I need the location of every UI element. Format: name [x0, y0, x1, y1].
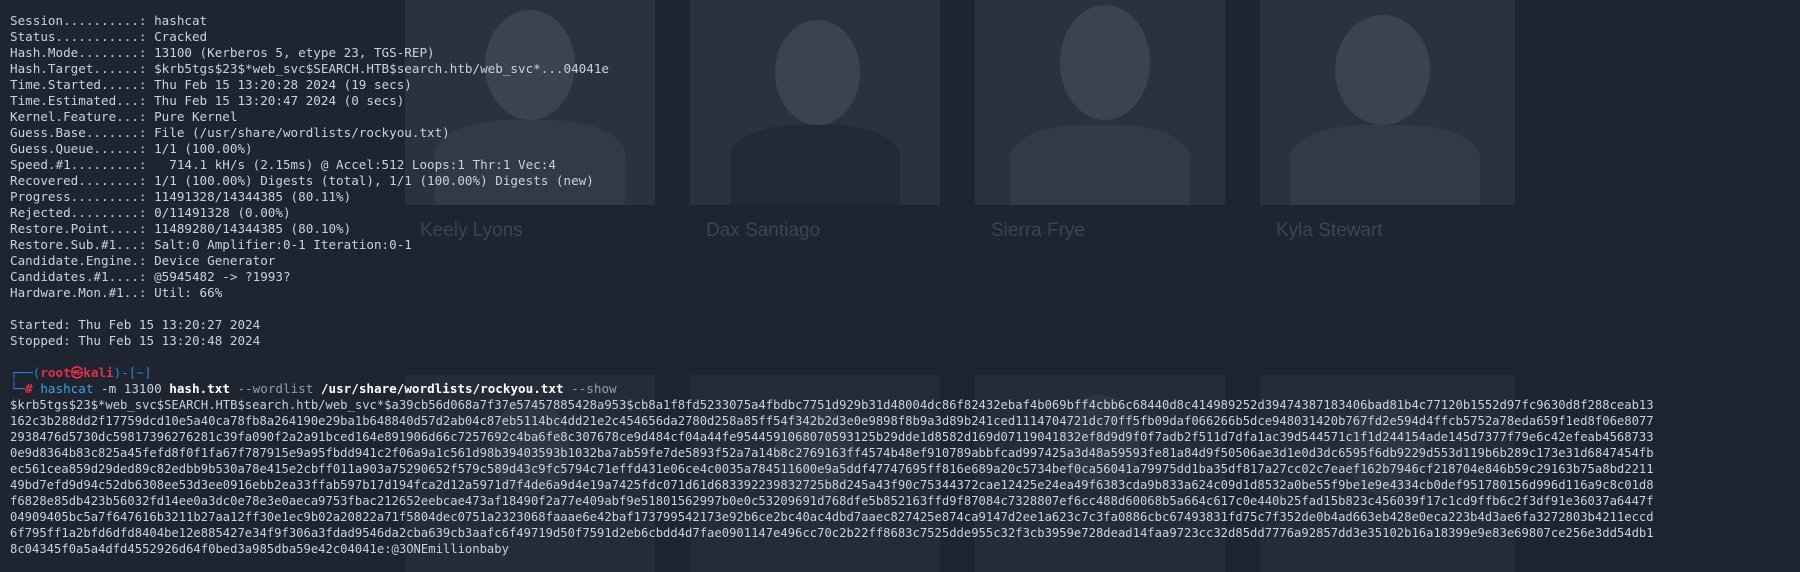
output-line: 6f795ff1a2bfd6dfd8404be12e885427e34f9f30…	[10, 526, 1654, 540]
command-hashfile: hash.txt	[169, 381, 230, 396]
status-label: Status...........:	[10, 29, 147, 44]
status-line-session: Session..........: hashcat	[10, 13, 1800, 29]
started-time: Started: Thu Feb 15 13:20:27 2024	[10, 317, 261, 332]
cracked-hash-output: $krb5tgs$23$*web_svc$SEARCH.HTB$search.h…	[10, 397, 1800, 557]
status-value: Util: 66%	[146, 285, 223, 300]
output-line-cracked-password: 8c04345f0a5a4dfd4552926d64f0bed3a985dba5…	[10, 542, 509, 556]
status-value: Thu Feb 15 13:20:47 2024 (0 secs)	[146, 93, 405, 108]
status-value: Device Generator	[146, 253, 276, 268]
status-label: Session..........:	[10, 13, 147, 28]
status-line-speed: Speed.#1.........: 714.1 kH/s (2.15ms) @…	[10, 157, 1800, 173]
status-label: Time.Estimated...:	[10, 93, 147, 108]
status-value: 13100 (Kerberos 5, etype 23, TGS-REP)	[146, 45, 435, 60]
output-line: ec561cea859d29ded89c82edbb9b530a78e415e2…	[10, 462, 1654, 476]
command-program: hashcat	[40, 381, 94, 396]
output-line: 0e9d8364b83c825a45fefd8f0f1fa67f787915e9…	[10, 446, 1654, 460]
status-label: Hash.Mode........:	[10, 45, 147, 60]
status-line-hash-mode: Hash.Mode........: 13100 (Kerberos 5, et…	[10, 45, 1800, 61]
hashcat-status-block: Session..........: hashcat Status.......…	[10, 13, 1800, 301]
prompt-bracket-open: ┌──(	[10, 365, 41, 380]
status-label: Time.Started.....:	[10, 77, 147, 92]
status-value: $krb5tgs$23$*web_svc$SEARCH.HTB$search.h…	[146, 61, 609, 76]
prompt-user-host: root㉿kali	[40, 365, 114, 380]
output-line: 04909405bc5a7f647616b3211b27aa12ff30e1ec…	[10, 510, 1654, 524]
command-line[interactable]: └─# hashcat -m 13100 hash.txt --wordlist…	[10, 381, 1800, 397]
status-value: File (/usr/share/wordlists/rockyou.txt)	[146, 125, 450, 140]
status-label: Hash.Target......:	[10, 61, 147, 76]
status-value: 1/1 (100.00%) Digests (total), 1/1 (100.…	[146, 173, 594, 188]
output-line: 49bd7efd9d94c52db6308ee53d3ee0916ebb2ea3…	[10, 478, 1654, 492]
status-value: 0/11491328 (0.00%)	[146, 205, 291, 220]
command-wordlist-path: /usr/share/wordlists/rockyou.txt	[320, 381, 564, 396]
status-label: Hardware.Mon.#1..:	[10, 285, 147, 300]
status-line-candidate-engine: Candidate.Engine.: Device Generator	[10, 253, 1800, 269]
status-label: Guess.Base.......:	[10, 125, 147, 140]
status-label: Restore.Point....:	[10, 221, 147, 236]
status-label: Recovered........:	[10, 173, 147, 188]
status-value: 714.1 kH/s (2.15ms) @ Accel:512 Loops:1 …	[146, 157, 556, 172]
status-line-progress: Progress.........: 11491328/14344385 (80…	[10, 189, 1800, 205]
status-line-restore-sub: Restore.Sub.#1...: Salt:0 Amplifier:0-1 …	[10, 237, 1800, 253]
status-line-time-started: Time.Started.....: Thu Feb 15 13:20:28 2…	[10, 77, 1800, 93]
status-label: Speed.#1.........:	[10, 157, 147, 172]
status-value: hashcat	[146, 13, 208, 28]
stopped-time: Stopped: Thu Feb 15 13:20:48 2024	[10, 333, 261, 348]
status-line-status: Status...........: Cracked	[10, 29, 1800, 45]
status-line-kernel-feature: Kernel.Feature...: Pure Kernel	[10, 109, 1800, 125]
status-label: Rejected.........:	[10, 205, 147, 220]
status-label: Guess.Queue......:	[10, 141, 147, 156]
status-value: 11489280/14344385 (80.10%)	[146, 221, 352, 236]
command-wordlist-flag: --wordlist	[229, 381, 321, 396]
status-line-guess-queue: Guess.Queue......: 1/1 (100.00%)	[10, 141, 1800, 157]
output-line: f6828e85db423b56032fd14ee0a3dc0e78e3e0ae…	[10, 494, 1654, 508]
status-label: Kernel.Feature...:	[10, 109, 147, 124]
status-line-time-estimated: Time.Estimated...: Thu Feb 15 13:20:47 2…	[10, 93, 1800, 109]
status-line-recovered: Recovered........: 1/1 (100.00%) Digests…	[10, 173, 1800, 189]
status-label: Restore.Sub.#1...:	[10, 237, 147, 252]
status-value: 11491328/14344385 (80.11%)	[146, 189, 352, 204]
status-value: Cracked	[146, 29, 208, 44]
status-value: Thu Feb 15 13:20:28 2024 (19 secs)	[146, 77, 412, 92]
status-value: Salt:0 Amplifier:0-1 Iteration:0-1	[146, 237, 412, 252]
status-line-hardware-mon: Hardware.Mon.#1..: Util: 66%	[10, 285, 1800, 301]
status-label: Progress.........:	[10, 189, 147, 204]
shell-prompt-header: ┌──(root㉿kali)-[~]	[10, 365, 1800, 381]
status-label: Candidate.Engine.:	[10, 253, 147, 268]
output-line: 162c3b288dd2f17759dcd10e5a40ca78fb8a2641…	[10, 414, 1654, 428]
status-label: Candidates.#1....:	[10, 269, 147, 284]
terminal-output[interactable]: Session..........: hashcat Status.......…	[10, 13, 1800, 557]
status-line-restore-point: Restore.Point....: 11489280/14344385 (80…	[10, 221, 1800, 237]
prompt-arrow: └─	[10, 381, 26, 396]
output-line: 2938476d5730dc59817396276281c39fa090f2a2…	[10, 430, 1654, 444]
status-line-guess-base: Guess.Base.......: File (/usr/share/word…	[10, 125, 1800, 141]
status-line-rejected: Rejected.........: 0/11491328 (0.00%)	[10, 205, 1800, 221]
status-line-hash-target: Hash.Target......: $krb5tgs$23$*web_svc$…	[10, 61, 1800, 77]
command-mode-args: -m 13100	[93, 381, 170, 396]
status-line-candidates: Candidates.#1....: @5945482 -> ?1993?	[10, 269, 1800, 285]
status-value: 1/1 (100.00%)	[146, 141, 253, 156]
command-show-flag: --show	[563, 381, 617, 396]
prompt-cwd: )-[~]	[113, 365, 152, 380]
status-value: Pure Kernel	[146, 109, 238, 124]
prompt-hash: #	[25, 381, 41, 396]
status-value: @5945482 -> ?1993?	[146, 269, 291, 284]
output-line: $krb5tgs$23$*web_svc$SEARCH.HTB$search.h…	[10, 398, 1654, 412]
